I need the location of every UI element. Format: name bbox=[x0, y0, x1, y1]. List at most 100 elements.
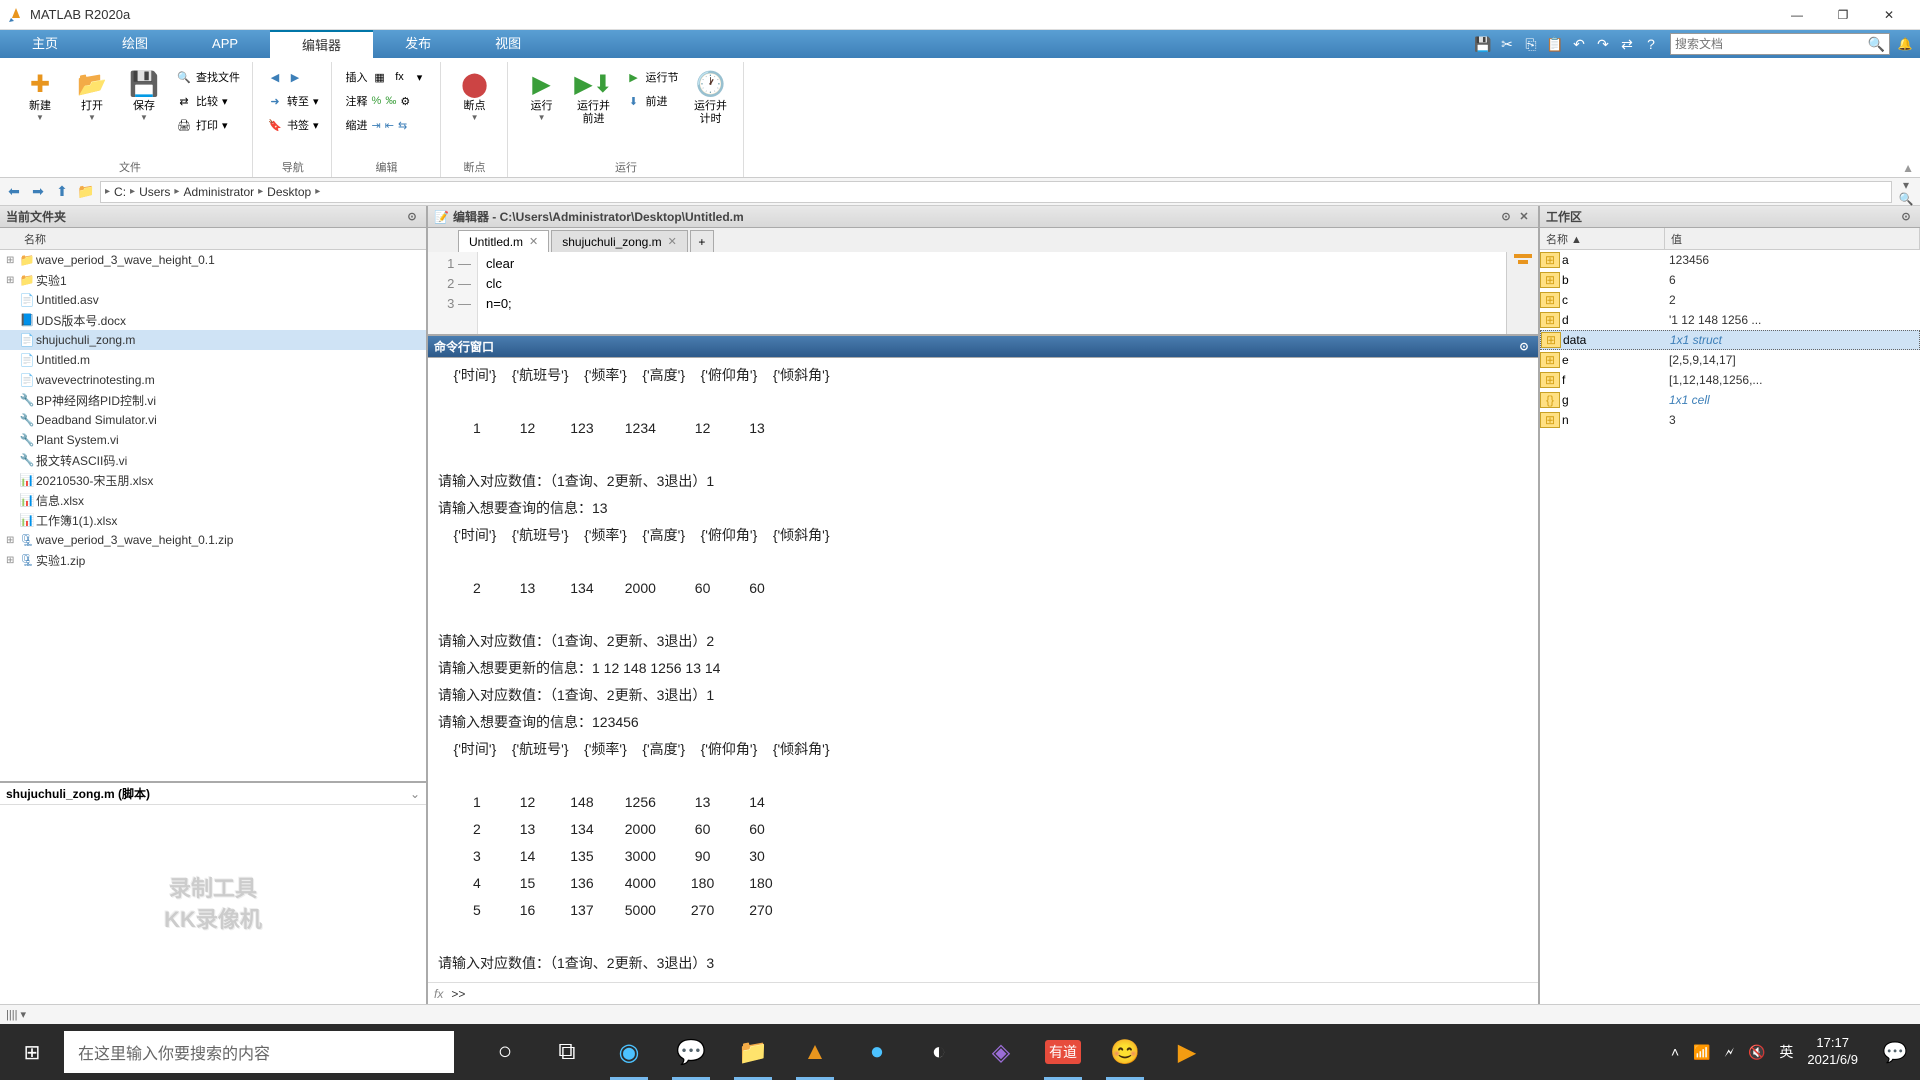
workspace-variable[interactable]: ⊞n3 bbox=[1540, 410, 1920, 430]
tab-publish[interactable]: 发布 bbox=[373, 30, 463, 58]
find-files-button[interactable]: 🔍查找文件 bbox=[172, 66, 244, 88]
file-item[interactable]: ⊞📁wave_period_3_wave_height_0.1 bbox=[0, 250, 426, 270]
workspace-variable[interactable]: {}g1x1 cell bbox=[1540, 390, 1920, 410]
expand-icon[interactable]: ⊞ bbox=[6, 535, 18, 546]
edge-icon[interactable]: ◉ bbox=[598, 1024, 660, 1080]
insert-button[interactable]: 插入 ▦ fx ▾ bbox=[342, 66, 432, 88]
file-item[interactable]: 🔧BP神经网络PID控制.vi bbox=[0, 390, 426, 410]
minimize-button[interactable]: — bbox=[1774, 0, 1820, 30]
clock[interactable]: 17:17 2021/6/9 bbox=[1807, 1035, 1858, 1069]
tab-apps[interactable]: APP bbox=[180, 30, 270, 58]
advance-button[interactable]: ⬇前进 bbox=[622, 90, 683, 112]
nav-fwd-icon[interactable]: ➡ bbox=[28, 182, 48, 202]
open-button[interactable]: 📂打开▼ bbox=[68, 66, 116, 124]
file-item[interactable]: ⊞🗜实验1.zip bbox=[0, 550, 426, 570]
search-icon[interactable]: 🔍 bbox=[1868, 36, 1885, 53]
tab-home[interactable]: 主页 bbox=[0, 30, 90, 58]
editor-close-button[interactable]: ✕ bbox=[1516, 209, 1532, 225]
file-item[interactable]: 🔧Deadband Simulator.vi bbox=[0, 410, 426, 430]
tab-plots[interactable]: 绘图 bbox=[90, 30, 180, 58]
workspace-menu-button[interactable]: ⊙ bbox=[1898, 209, 1914, 225]
command-prompt[interactable]: fx >> bbox=[428, 982, 1538, 1004]
path-breadcrumb[interactable]: ▸ C:▸ Users▸ Administrator▸ Desktop▸ bbox=[100, 181, 1892, 203]
workspace-header[interactable]: 名称 ▲ 值 bbox=[1540, 228, 1920, 250]
explorer-icon[interactable]: 📁 bbox=[722, 1024, 784, 1080]
file-item[interactable]: 📄shujuchuli_zong.m bbox=[0, 330, 426, 350]
youdao-icon[interactable]: 有道 bbox=[1032, 1024, 1094, 1080]
cmd-menu-button[interactable]: ⊙ bbox=[1516, 339, 1532, 355]
fx-prompt-icon[interactable]: fx bbox=[434, 987, 443, 1001]
workspace-variable[interactable]: ⊞a123456 bbox=[1540, 250, 1920, 270]
file-item[interactable]: ⊞🗜wave_period_3_wave_height_0.1.zip bbox=[0, 530, 426, 550]
file-item[interactable]: 📊工作簿1(1).xlsx bbox=[0, 510, 426, 530]
nav-back-button[interactable]: ◀▶ bbox=[263, 66, 323, 88]
comment-button[interactable]: 注释 % ‰ ⚙ bbox=[342, 90, 432, 112]
notifications-icon[interactable]: 🔔 bbox=[1894, 33, 1916, 55]
bookmark-button[interactable]: 🔖书签 ▾ bbox=[263, 114, 323, 136]
run-advance-button[interactable]: ▶⬇运行并 前进 bbox=[570, 66, 618, 128]
player-icon[interactable]: ▶ bbox=[1156, 1024, 1218, 1080]
breakpoints-button[interactable]: ⬤断点▼ bbox=[451, 66, 499, 124]
workspace-variable[interactable]: ⊞d'1 12 148 1256 ... bbox=[1540, 310, 1920, 330]
doc-search[interactable]: 🔍 bbox=[1670, 33, 1890, 55]
close-button[interactable]: ✕ bbox=[1866, 0, 1912, 30]
nav-back-icon[interactable]: ⬅ bbox=[4, 182, 24, 202]
editor-tab-untitled[interactable]: Untitled.m✕ bbox=[458, 230, 549, 252]
editor-body[interactable]: 1 — 2 — 3 — clear clc n=0; bbox=[428, 252, 1538, 334]
ribbon-collapse-button[interactable]: ▲ bbox=[1902, 161, 1914, 175]
volume-icon[interactable]: 🔇 bbox=[1748, 1044, 1765, 1061]
path-dropdown-button[interactable]: ▾ 🔍 bbox=[1896, 178, 1916, 206]
compare-button[interactable]: ⇄比较 ▾ bbox=[172, 90, 244, 112]
editor-scrollbar[interactable] bbox=[1506, 252, 1538, 334]
tab-close-icon[interactable]: ✕ bbox=[529, 235, 538, 248]
new-button[interactable]: ✚新建▼ bbox=[16, 66, 64, 124]
run-button[interactable]: ▶运行▼ bbox=[518, 66, 566, 124]
expand-icon[interactable]: ⊞ bbox=[6, 255, 18, 266]
file-item[interactable]: 📄Untitled.m bbox=[0, 350, 426, 370]
app-icon-2[interactable]: ◐ bbox=[908, 1024, 970, 1080]
print-button[interactable]: 🖨打印 ▾ bbox=[172, 114, 244, 136]
expand-icon[interactable]: ⊞ bbox=[6, 275, 18, 286]
ime-indicator[interactable]: 英 bbox=[1779, 1042, 1793, 1062]
editor-menu-button[interactable]: ⊙ bbox=[1498, 209, 1514, 225]
vs-icon[interactable]: ◈ bbox=[970, 1024, 1032, 1080]
save-button[interactable]: 💾保存▼ bbox=[120, 66, 168, 124]
doc-search-input[interactable] bbox=[1675, 37, 1868, 51]
run-section-button[interactable]: ▶运行节 bbox=[622, 66, 683, 88]
file-item[interactable]: 🔧报文转ASCII码.vi bbox=[0, 450, 426, 470]
wifi-icon[interactable]: 📶 bbox=[1693, 1044, 1710, 1061]
tray-chevron-icon[interactable]: ˄ bbox=[1671, 1044, 1679, 1060]
nav-up-icon[interactable]: ⬆ bbox=[52, 182, 72, 202]
taskbar-search[interactable]: 在这里输入你要搜索的内容 bbox=[64, 1031, 454, 1073]
task-view-icon[interactable]: ⧉ bbox=[536, 1024, 598, 1080]
tab-editor[interactable]: 编辑器 bbox=[270, 30, 373, 58]
editor-code[interactable]: clear clc n=0; bbox=[478, 252, 1506, 334]
workspace-variable[interactable]: ⊞c2 bbox=[1540, 290, 1920, 310]
file-item[interactable]: 📊信息.xlsx bbox=[0, 490, 426, 510]
qat-cut-icon[interactable]: ✂ bbox=[1496, 33, 1518, 55]
battery-icon[interactable]: 🗲 bbox=[1725, 1044, 1734, 1061]
qat-paste-icon[interactable]: 📋 bbox=[1544, 33, 1566, 55]
qat-redo-icon[interactable]: ↷ bbox=[1592, 33, 1614, 55]
file-item[interactable]: 📊20210530-宋玉朋.xlsx bbox=[0, 470, 426, 490]
expand-icon[interactable]: ⊞ bbox=[6, 555, 18, 566]
qat-undo-icon[interactable]: ↶ bbox=[1568, 33, 1590, 55]
qat-copy-icon[interactable]: ⎘ bbox=[1520, 33, 1542, 55]
action-center-icon[interactable]: 💬 bbox=[1870, 1024, 1920, 1080]
tab-view[interactable]: 视图 bbox=[463, 30, 553, 58]
qat-help-icon[interactable]: ? bbox=[1640, 33, 1662, 55]
folder-tree[interactable]: 名称 ⊞📁wave_period_3_wave_height_0.1⊞📁实验1📄… bbox=[0, 228, 426, 781]
run-time-button[interactable]: 🕐运行并 计时 bbox=[687, 66, 735, 128]
browse-folder-icon[interactable]: 📁 bbox=[76, 182, 96, 202]
file-item[interactable]: 📘UDS版本号.docx bbox=[0, 310, 426, 330]
editor-tab-add[interactable]: + bbox=[690, 230, 714, 252]
goto-button[interactable]: ➜转至 ▾ bbox=[263, 90, 323, 112]
file-item[interactable]: 📄Untitled.asv bbox=[0, 290, 426, 310]
kk-recorder-icon[interactable]: 😊 bbox=[1094, 1024, 1156, 1080]
qat-save-icon[interactable]: 💾 bbox=[1472, 33, 1494, 55]
wechat-icon[interactable]: 💬 bbox=[660, 1024, 722, 1080]
editor-tab-shujuchuli[interactable]: shujuchuli_zong.m✕ bbox=[551, 230, 688, 252]
details-collapse-icon[interactable]: ⌄ bbox=[410, 787, 420, 801]
matlab-taskbar-icon[interactable]: ▲ bbox=[784, 1024, 846, 1080]
indent-button[interactable]: 缩进 ⇥ ⇤ ⇆ bbox=[342, 114, 432, 136]
